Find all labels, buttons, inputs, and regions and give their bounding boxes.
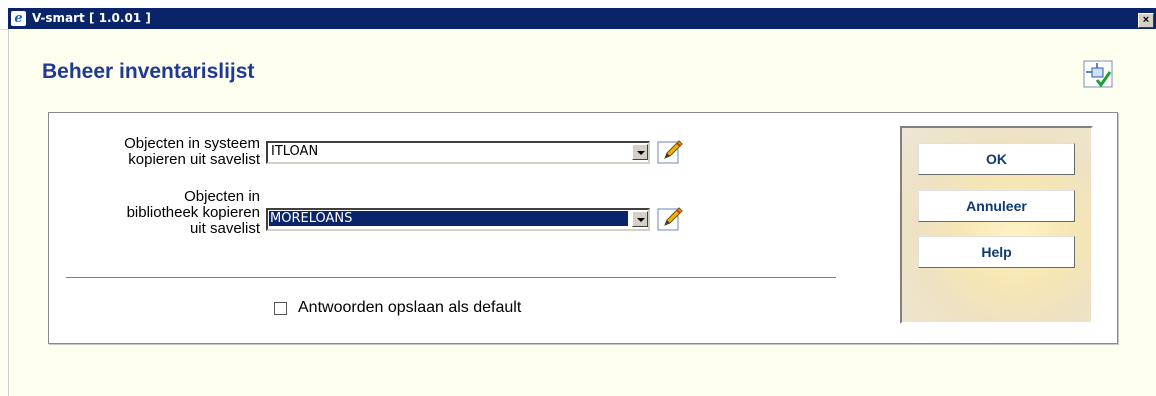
label-line: kopieren uit savelist [128, 151, 260, 168]
cancel-button[interactable]: Annuleer [918, 190, 1075, 222]
default-checkbox-label: Antwoorden opslaan als default [298, 299, 522, 316]
ok-button[interactable]: OK [918, 143, 1075, 175]
default-checkbox[interactable] [274, 302, 287, 315]
pencil-icon[interactable] [657, 139, 683, 165]
select-value: ITLOAN [271, 144, 319, 159]
chevron-down-icon[interactable] [632, 211, 648, 227]
close-icon[interactable]: × [1138, 13, 1154, 28]
window-title: V-smart [ 1.0.01 ] [32, 11, 151, 25]
savelist-bibliotheek-select[interactable]: MORELOANS [266, 208, 650, 231]
label-line: uit savelist [189, 220, 260, 237]
page-title: Beheer inventarislijst [42, 60, 255, 83]
pencil-icon[interactable] [657, 206, 683, 232]
select-value: MORELOANS [269, 211, 628, 226]
button-panel: OK Annuleer Help [900, 126, 1093, 324]
help-button[interactable]: Help [918, 236, 1075, 268]
field-label-systeem: Objecten in systeem kopieren uit savelis… [70, 136, 260, 168]
label-line: Objecten in systeem [124, 135, 260, 152]
field-label-bibliotheek: Objecten in bibliotheek kopieren uit sav… [70, 189, 260, 237]
label-line: bibliotheek kopieren [126, 204, 260, 221]
divider [66, 277, 836, 279]
help-icon[interactable] [1083, 60, 1113, 88]
label-line: Objecten in [184, 188, 260, 205]
savelist-systeem-select[interactable]: ITLOAN [266, 141, 650, 164]
chevron-down-icon[interactable] [632, 144, 648, 160]
titlebar-bar: e V-smart [ 1.0.01 ] [8, 8, 1156, 29]
ie-icon: e [11, 11, 26, 26]
window-titlebar: e V-smart [ 1.0.01 ] × [0, 0, 1156, 30]
